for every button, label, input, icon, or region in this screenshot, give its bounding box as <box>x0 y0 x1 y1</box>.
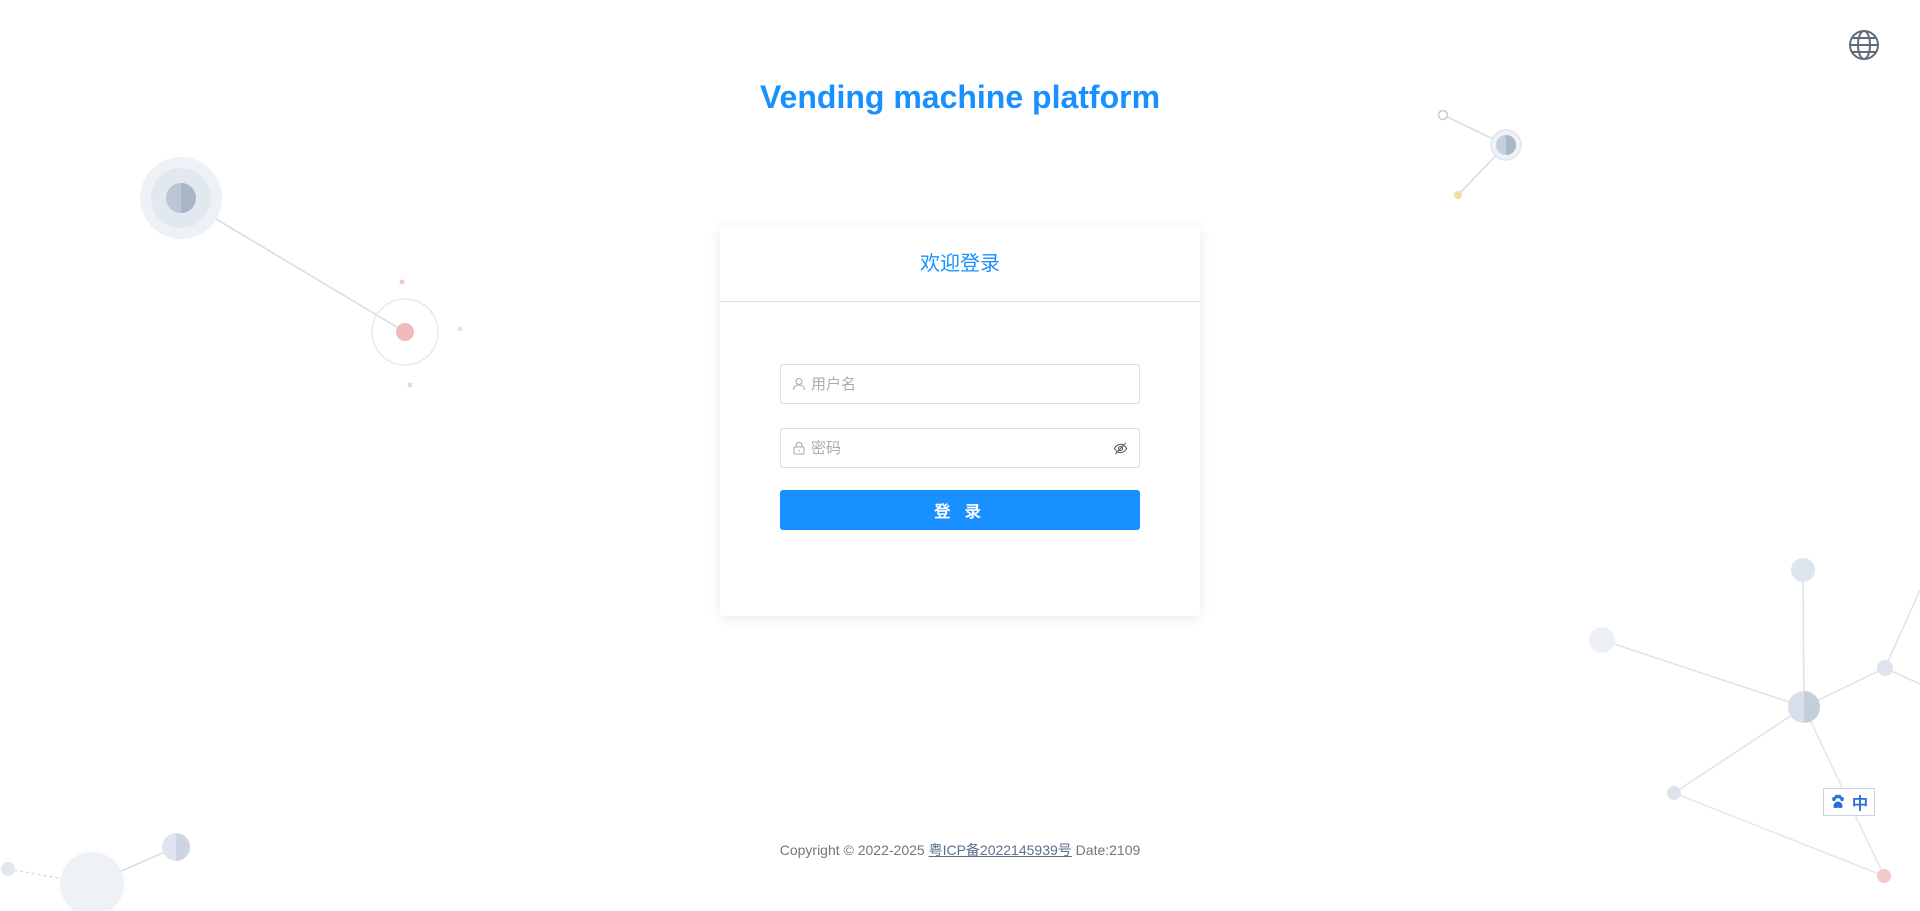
login-page: Vending machine platform 欢迎登录 用户名 登 录 Co… <box>0 0 1920 911</box>
password-field <box>780 428 1140 468</box>
globe-icon <box>1849 30 1879 60</box>
footer: Copyright © 2022-2025 粤ICP备2022145939号 D… <box>0 841 1920 859</box>
lock-icon <box>793 441 805 455</box>
username-input[interactable] <box>811 365 1111 403</box>
molecule-bottom-right <box>1589 558 1920 883</box>
password-input[interactable] <box>811 429 1111 467</box>
date-text: Date:2109 <box>1075 842 1141 858</box>
ime-mode-label: 中 <box>1851 796 1868 813</box>
eye-off-icon[interactable] <box>1113 441 1128 456</box>
paw-icon <box>1832 794 1844 809</box>
page-title: Vending machine platform <box>759 79 1161 115</box>
username-field <box>780 364 1140 404</box>
login-form: 登 录 <box>780 364 1140 530</box>
molecule-top-right <box>1437 109 1522 199</box>
login-heading: 欢迎登录 <box>720 227 1200 302</box>
molecule-top-left <box>140 157 463 388</box>
ime-toolbar[interactable]: 中 <box>1823 788 1875 816</box>
copyright-text: Copyright © 2022-2025 <box>779 842 925 858</box>
login-card: 欢迎登录 用户名 登 录 <box>720 227 1200 616</box>
user-icon <box>792 377 806 391</box>
language-switch-button[interactable] <box>1848 29 1880 61</box>
icp-link[interactable]: 粤ICP备2022145939号 <box>929 842 1072 858</box>
login-button[interactable]: 登 录 <box>780 490 1140 530</box>
